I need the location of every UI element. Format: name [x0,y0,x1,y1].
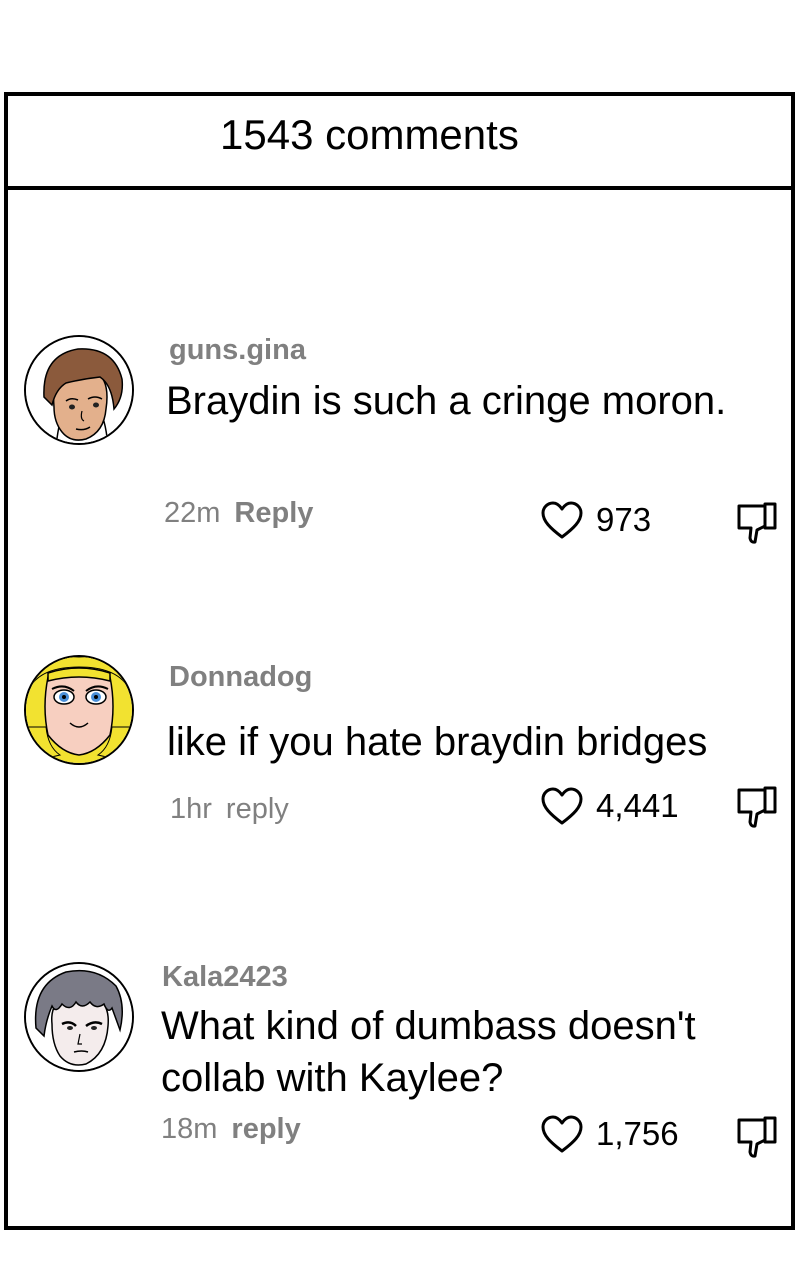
heart-icon [541,1115,583,1153]
like-count: 1,756 [596,1115,679,1152]
comment-text: like if you hate braydin bridges [167,720,708,764]
reply-button[interactable]: reply [226,793,289,825]
comment-text: What kind of dumbass doesn't collab with… [161,1004,696,1100]
comment-count-title: 1543 comments [220,111,519,158]
like-count: 973 [596,501,652,538]
comment-timestamp: 1hr [170,793,212,825]
avatar[interactable] [24,962,134,1072]
comment-meta: 18m reply [161,1113,301,1146]
reply-button[interactable]: Reply [234,497,313,529]
like-button[interactable]: 973 [540,500,651,540]
thumbs-down-icon [737,502,777,544]
blonde-girl-avatar-icon [26,657,132,763]
brown-haired-boy-avatar-icon [26,337,132,443]
thumbs-down-icon [737,1116,777,1158]
like-button[interactable]: 1,756 [540,1114,679,1154]
dislike-button[interactable] [735,1114,779,1160]
reply-button[interactable]: reply [231,1113,300,1145]
avatar[interactable] [24,335,134,445]
comment-timestamp: 18m [161,1113,218,1145]
avatar[interactable] [24,655,134,765]
comment-text: Braydin is such a cringe moron. [166,379,727,423]
comment-username[interactable]: Donnadog [169,661,312,694]
heart-icon [541,787,583,825]
heart-icon [541,501,583,539]
like-button[interactable]: 4,441 [540,786,679,826]
comment-meta: 22m Reply [164,497,313,530]
comment-username[interactable]: guns.gina [169,334,306,367]
gray-haired-boy-avatar-icon [26,964,132,1070]
comment-meta: 1hr reply [170,793,289,826]
dislike-button[interactable] [735,784,779,830]
comment-username[interactable]: Kala2423 [162,961,288,994]
comment-timestamp: 22m [164,497,221,529]
thumbs-down-icon [737,786,777,828]
dislike-button[interactable] [735,500,779,546]
like-count: 4,441 [596,787,679,824]
comments-header: 1543 comments [8,96,791,190]
